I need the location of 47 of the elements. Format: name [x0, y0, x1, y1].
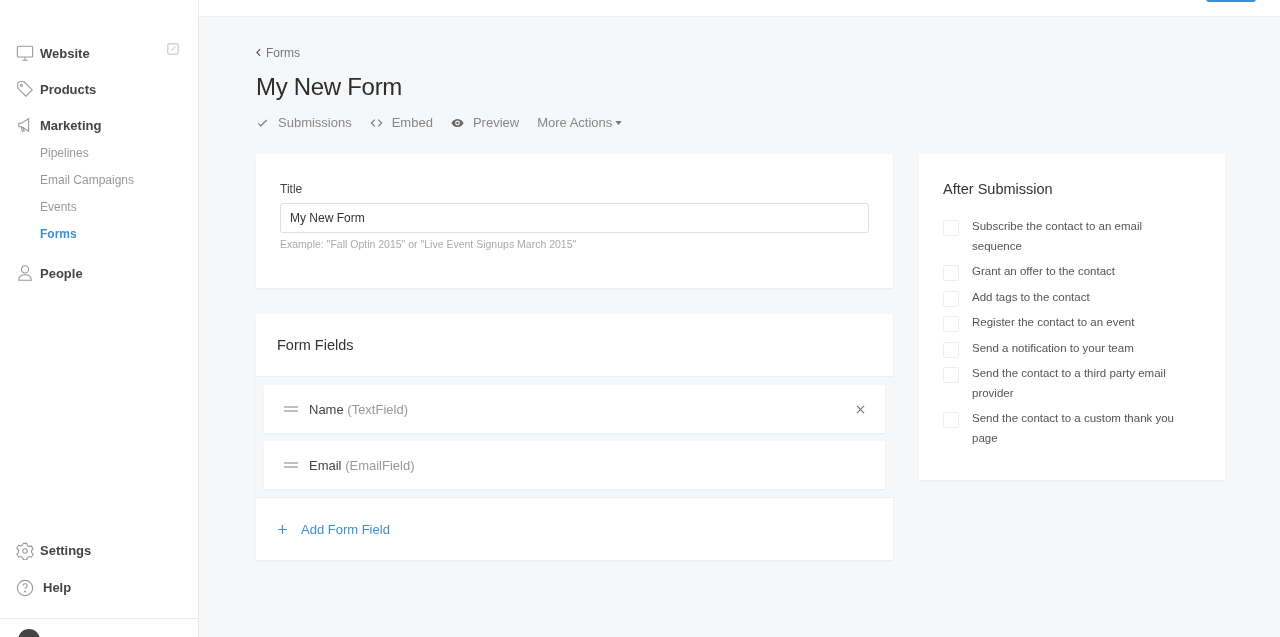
sidebar-item[interactable]: Marketing	[40, 117, 102, 133]
sidebar-item[interactable]: Help	[43, 580, 72, 595]
sidebar-item[interactable]: People	[40, 265, 83, 281]
card-heading: After Submission	[943, 181, 1054, 197]
sidebar-item[interactable]: Settings	[40, 543, 92, 558]
drag-handle-icon[interactable]	[284, 462, 298, 468]
title-input[interactable]: My New Form	[280, 203, 869, 233]
checkbox-label: Add tags to the contact	[972, 289, 1090, 305]
sidebar-subitem[interactable]: Events	[0, 197, 198, 224]
caret-icon	[615, 120, 623, 125]
sidebar-subitem[interactable]: Email Campaigns	[0, 170, 198, 197]
checkbox-label: Grant an offer to the contact	[972, 264, 1115, 279]
hint-text: Example: "Fall Optin 2015" or "Live Event Signups March 2015"	[280, 238, 578, 250]
settings-icon	[16, 541, 34, 560]
card-heading: Form Fields	[277, 337, 354, 353]
drag-handle-icon[interactable]	[284, 406, 298, 412]
field-name: Email (EmailField)	[309, 457, 416, 473]
code-icon	[369, 116, 383, 129]
add-field-link[interactable]: Add Form Field	[278, 521, 390, 537]
plus-icon	[278, 524, 287, 534]
chevron-left-icon	[256, 48, 261, 57]
sidebar-subitem[interactable]: Forms	[0, 224, 198, 251]
monitor-icon	[16, 44, 34, 62]
form-field-row[interactable]: Email (EmailField)	[264, 441, 885, 489]
action-link[interactable]: Submissions	[256, 115, 352, 130]
breadcrumb-link[interactable]: Forms	[256, 45, 300, 60]
person-icon	[16, 264, 34, 282]
checkbox-label: Subscribe the contact to an email sequence	[972, 219, 1144, 254]
field-name: Name (TextField)	[309, 401, 409, 417]
checkbox-label: Send the contact to a third party email provider	[972, 366, 1167, 401]
checkbox-label: Send the contact to a custom thank you page	[972, 411, 1175, 446]
action-link[interactable]: More Actions	[537, 115, 623, 130]
checkbox-label: Register the contact to an event	[972, 315, 1135, 330]
form-field-row[interactable]: Name (TextField)	[264, 385, 885, 433]
sidebar-subitem[interactable]: Pipelines	[0, 143, 198, 170]
action-link[interactable]: Preview	[450, 115, 520, 130]
action-link[interactable]: Embed	[369, 115, 433, 130]
tag-icon	[16, 80, 34, 98]
external-link-icon[interactable]	[167, 43, 179, 55]
eye-icon	[450, 116, 464, 129]
sidebar-item[interactable]: Products	[40, 81, 97, 97]
field-label: Title	[280, 182, 304, 196]
page-title: My New Form	[256, 73, 404, 101]
close-icon[interactable]	[856, 404, 865, 414]
checkbox-label: Send a notification to your team	[972, 340, 1134, 356]
help-icon	[16, 578, 34, 597]
sidebar-item[interactable]: Website	[40, 45, 90, 61]
